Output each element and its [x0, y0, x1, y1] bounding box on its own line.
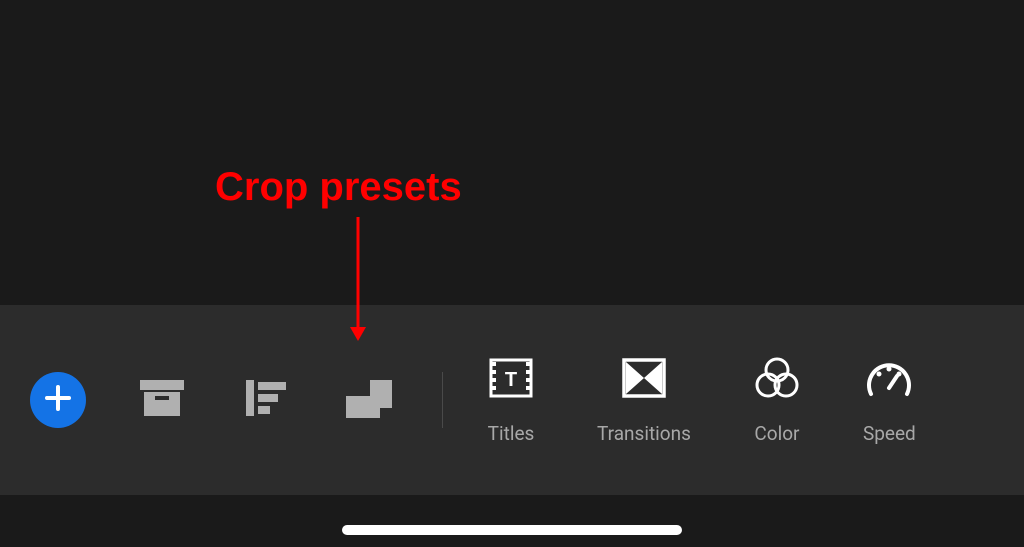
speed-label: Speed: [863, 422, 916, 445]
project-assets-button[interactable]: [134, 372, 190, 428]
preview-area: [0, 0, 1024, 305]
transitions-icon: [622, 358, 666, 402]
speed-icon: [865, 358, 913, 402]
svg-text:T: T: [505, 369, 517, 391]
transitions-label: Transitions: [597, 422, 691, 445]
annotation-label: Crop presets: [215, 165, 462, 210]
toolbar-right-group: T Titles Transitions: [487, 356, 916, 445]
titles-label: Titles: [488, 422, 535, 445]
archive-icon: [138, 378, 186, 422]
crop-presets-button[interactable]: [342, 372, 398, 428]
toolbar-left-group: [30, 372, 398, 428]
color-label: Color: [754, 422, 799, 445]
transitions-tool[interactable]: Transitions: [597, 356, 691, 445]
speed-tool[interactable]: Speed: [863, 356, 916, 445]
toolbar: T Titles Transitions: [0, 305, 1024, 495]
color-icon: [754, 357, 800, 403]
add-button[interactable]: [30, 372, 86, 428]
plus-icon: [43, 383, 73, 417]
sort-icon: [244, 378, 288, 422]
toolbar-divider: [442, 372, 443, 428]
titles-icon: T: [489, 358, 533, 402]
crop-icon: [344, 376, 396, 424]
color-tool[interactable]: Color: [753, 356, 801, 445]
home-indicator[interactable]: [342, 525, 682, 535]
titles-tool[interactable]: T Titles: [487, 356, 535, 445]
sort-button[interactable]: [238, 372, 294, 428]
